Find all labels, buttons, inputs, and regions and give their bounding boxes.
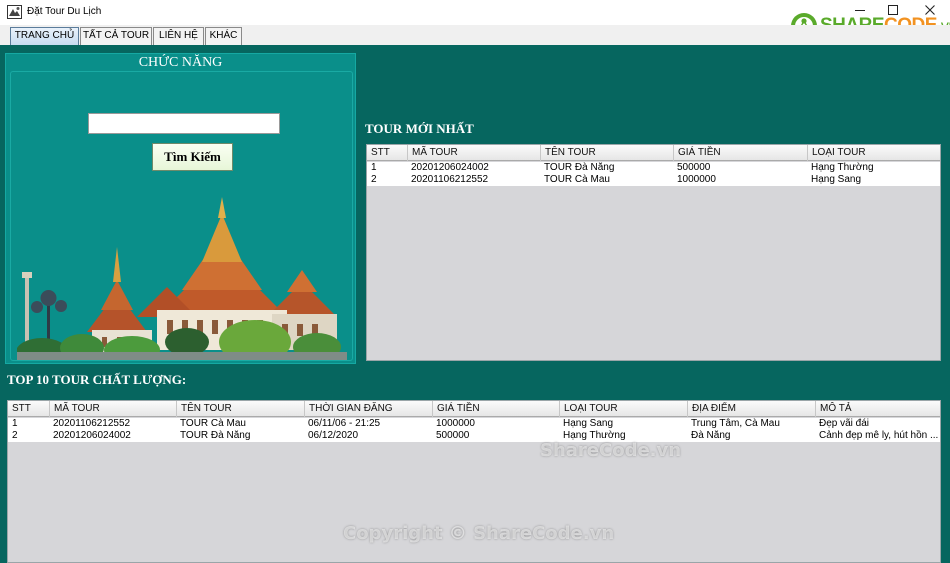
column-header-stt[interactable]: STT bbox=[367, 145, 407, 161]
column-header-ma-tour[interactable]: MÃ TOUR bbox=[407, 145, 540, 161]
cell-gia-tien: 500000 bbox=[677, 162, 711, 173]
copyright-watermark: Copyright © ShareCode.vn bbox=[343, 523, 615, 544]
thai-temple-picture bbox=[17, 192, 347, 360]
function-panel-title: CHỨC NĂNG bbox=[138, 55, 223, 70]
column-header-mo-ta[interactable]: MÔ TẢ bbox=[815, 401, 940, 417]
column-header-thoi-gian-dang[interactable]: THỜI GIAN ĐĂNG bbox=[304, 401, 432, 417]
top-tours-heading: TOP 10 TOUR CHẤT LƯỢNG: bbox=[7, 372, 187, 387]
cell-gia-tien: 1000000 bbox=[677, 174, 716, 185]
cell-gia-tien: 1000000 bbox=[436, 418, 475, 429]
table-row[interactable]: 1 20201206024002 TOUR Đà Nẵng 500000 Hạn… bbox=[367, 162, 940, 174]
tab-tat-ca-tour[interactable]: TẤT CẢ TOUR bbox=[80, 27, 152, 45]
cell-loai-tour: Hạng Thường bbox=[811, 162, 874, 173]
cell-ten-tour: TOUR Đà Nẵng bbox=[180, 430, 251, 441]
column-header-gia-tien[interactable]: GIÁ TIỀN bbox=[673, 145, 807, 161]
cell-mo-ta: Đẹp vãi đái bbox=[819, 418, 870, 429]
column-header-loai-tour[interactable]: LOẠI TOUR bbox=[559, 401, 687, 417]
cell-ten-tour: TOUR Cà Mau bbox=[544, 174, 610, 185]
sharecode-watermark: ShareCode.vn bbox=[540, 440, 682, 461]
search-button[interactable]: Tìm Kiếm bbox=[152, 143, 233, 171]
main-panel: CHỨC NĂNG Tìm Kiếm TOUR MỚI NHẤT STT MÃ … bbox=[0, 45, 950, 563]
cell-ma-tour: 20201206024002 bbox=[411, 162, 489, 173]
table-row[interactable]: 2 20201106212552 TOUR Cà Mau 1000000 Hạn… bbox=[367, 174, 940, 186]
column-header-gia-tien[interactable]: GIÁ TIỀN bbox=[432, 401, 559, 417]
cell-ma-tour: 20201106212552 bbox=[411, 174, 489, 185]
cell-ten-tour: TOUR Đà Nẵng bbox=[544, 162, 615, 173]
cell-stt: 2 bbox=[371, 174, 377, 185]
column-header-loai-tour[interactable]: LOẠI TOUR bbox=[807, 145, 940, 161]
newest-tours-table: STT MÃ TOUR TÊN TOUR GIÁ TIỀN LOẠI TOUR … bbox=[366, 144, 941, 361]
cell-stt: 1 bbox=[371, 162, 377, 173]
cell-dia-diem: Trung Tâm, Cà Mau bbox=[691, 418, 780, 429]
column-header-ten-tour[interactable]: TÊN TOUR bbox=[176, 401, 304, 417]
function-panel-inner: Tìm Kiếm bbox=[10, 71, 353, 361]
cell-ten-tour: TOUR Cà Mau bbox=[180, 418, 246, 429]
cell-loai-tour: Hạng Sang bbox=[811, 174, 862, 185]
newest-tours-heading: TOUR MỚI NHẤT bbox=[365, 121, 474, 136]
column-header-stt[interactable]: STT bbox=[8, 401, 49, 417]
window-title: Đặt Tour Du Lịch bbox=[27, 6, 102, 17]
table-row[interactable]: 1 20201106212552 TOUR Cà Mau 06/11/06 - … bbox=[8, 418, 940, 430]
table-header: STT MÃ TOUR TÊN TOUR GIÁ TIỀN LOẠI TOUR bbox=[367, 145, 940, 161]
tab-lien-he[interactable]: LIÊN HỆ bbox=[153, 27, 204, 45]
column-header-dia-diem[interactable]: ĐỊA ĐIỂM bbox=[687, 401, 815, 417]
table-header: STT MÃ TOUR TÊN TOUR THỜI GIAN ĐĂNG GIÁ … bbox=[8, 401, 940, 417]
cell-thoi-gian-dang: 06/12/2020 bbox=[308, 430, 359, 441]
search-input[interactable] bbox=[88, 113, 280, 134]
app-icon bbox=[7, 5, 22, 19]
column-header-ma-tour[interactable]: MÃ TOUR bbox=[49, 401, 176, 417]
tab-trang-chu[interactable]: TRANG CHỦ bbox=[10, 27, 79, 45]
cell-dia-diem: Đà Nẵng bbox=[691, 430, 731, 441]
cell-thoi-gian-dang: 06/11/06 - 21:25 bbox=[308, 418, 381, 429]
function-panel: CHỨC NĂNG Tìm Kiếm bbox=[5, 53, 356, 364]
cell-ma-tour: 20201106212552 bbox=[53, 418, 131, 429]
tab-strip: TRANG CHỦ TẤT CẢ TOUR LIÊN HỆ KHÁC bbox=[0, 25, 950, 45]
cell-mo-ta: Cảnh đẹp mê ly, hút hồn ... bbox=[819, 430, 939, 441]
cell-stt: 1 bbox=[12, 418, 18, 429]
cell-loai-tour: Hạng Sang bbox=[563, 418, 614, 429]
cell-ma-tour: 20201206024002 bbox=[53, 430, 131, 441]
table-row[interactable]: 2 20201206024002 TOUR Đà Nẵng 06/12/2020… bbox=[8, 430, 940, 442]
cell-stt: 2 bbox=[12, 430, 18, 441]
tab-khac[interactable]: KHÁC bbox=[205, 27, 242, 45]
column-header-ten-tour[interactable]: TÊN TOUR bbox=[540, 145, 673, 161]
